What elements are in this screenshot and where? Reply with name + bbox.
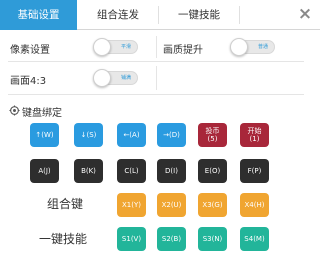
- toggle-knob: [93, 38, 111, 56]
- tab-combo-fire[interactable]: 组合连发: [78, 0, 158, 30]
- combo-key-x3[interactable]: X3(G): [198, 193, 227, 217]
- one-key-skill-label: 一键技能: [39, 232, 88, 246]
- key-label: 投币: [205, 127, 220, 135]
- toggle-knob: [93, 69, 111, 87]
- tab-bar: 基础设置 组合连发 一键技能 ×: [0, 0, 320, 30]
- toggle-knob: [230, 38, 248, 56]
- combo-key-x2[interactable]: X2(U): [157, 193, 186, 217]
- key-insert-coin[interactable]: 投币 (5): [198, 123, 227, 147]
- key-c[interactable]: C(L): [117, 159, 146, 183]
- skill-key-s1[interactable]: S1(V): [117, 227, 146, 251]
- quality-setting-label: 画质提升: [163, 45, 203, 56]
- toggle-text: 平滑: [120, 44, 131, 50]
- key-down[interactable]: ↓(S): [74, 123, 103, 147]
- settings-gear-icon: [9, 105, 20, 116]
- combo-key-x4[interactable]: X4(H): [240, 193, 269, 217]
- key-b[interactable]: B(K): [74, 159, 103, 183]
- skill-key-s3[interactable]: S3(N): [198, 227, 227, 251]
- tab-divider: [239, 6, 240, 24]
- keyboard-binding-title: 键盘绑定: [22, 108, 62, 119]
- key-start[interactable]: 开始 (1): [240, 123, 269, 147]
- pixel-setting-toggle[interactable]: 平滑: [93, 38, 138, 56]
- key-right[interactable]: →(D): [157, 123, 186, 147]
- close-icon[interactable]: ×: [296, 4, 314, 24]
- key-left[interactable]: ←(A): [117, 123, 146, 147]
- pixel-setting-label: 像素设置: [10, 45, 50, 56]
- toggle-text: 铺满: [120, 75, 131, 81]
- toggle-text: 普通: [257, 44, 268, 50]
- key-up[interactable]: ↑(W): [30, 123, 59, 147]
- key-label: (5): [207, 135, 218, 143]
- combo-keys-label: 组合键: [47, 197, 84, 211]
- key-label: 开始: [247, 127, 262, 135]
- divider: [8, 61, 304, 62]
- divider: [156, 36, 157, 58]
- quality-setting-toggle[interactable]: 普通: [230, 38, 275, 56]
- ratio-setting-label: 画面4:3: [10, 76, 47, 87]
- tab-basic-settings[interactable]: 基础设置: [0, 0, 77, 30]
- key-f[interactable]: F(P): [240, 159, 269, 183]
- key-e[interactable]: E(O): [198, 159, 227, 183]
- combo-key-x1[interactable]: X1(Y): [117, 193, 146, 217]
- tab-one-key-skill[interactable]: 一键技能: [159, 0, 239, 30]
- divider: [8, 94, 304, 95]
- key-label: (1): [249, 135, 260, 143]
- key-d[interactable]: D(I): [157, 159, 186, 183]
- key-a[interactable]: A(J): [30, 159, 59, 183]
- ratio-setting-toggle[interactable]: 铺满: [93, 69, 138, 87]
- skill-key-s4[interactable]: S4(M): [240, 227, 269, 251]
- skill-key-s2[interactable]: S2(B): [157, 227, 186, 251]
- divider: [156, 66, 157, 90]
